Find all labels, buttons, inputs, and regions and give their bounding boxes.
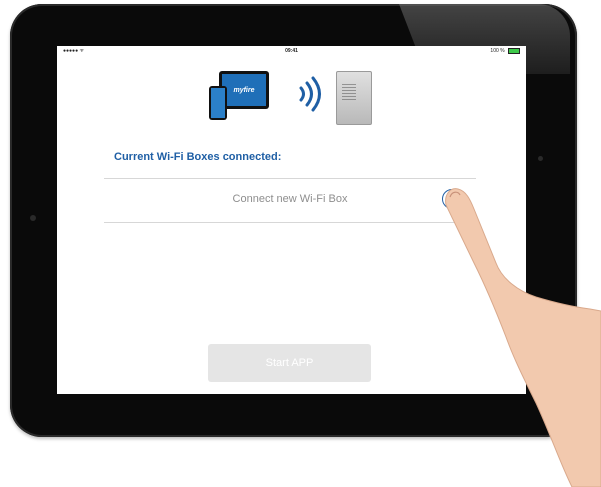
connect-new-wifi-box-row[interactable]: Connect new Wi-Fi Box +: [104, 178, 476, 223]
battery-icon: [508, 47, 520, 54]
status-bar: ●●●●● ᯤ 09:41 100 %: [57, 46, 526, 56]
status-time: 09:41: [285, 48, 298, 54]
phone-device-image: [209, 86, 227, 120]
wifi-box-device-image: [336, 71, 372, 125]
start-app-button[interactable]: Start APP: [208, 344, 371, 382]
battery-percent: 100 %: [490, 48, 505, 54]
hero-illustration: myfire: [209, 68, 384, 128]
pointing-hand-image: [445, 188, 601, 487]
section-heading: Current Wi-Fi Boxes connected:: [114, 151, 282, 163]
connect-row-label: Connect new Wi-Fi Box: [232, 193, 348, 205]
battery-indicator: 100 %: [490, 46, 520, 56]
app-logo: myfire: [233, 86, 255, 94]
wifi-signal-icon: [299, 76, 321, 112]
home-button: [30, 215, 36, 221]
camera-dot: [538, 156, 543, 161]
